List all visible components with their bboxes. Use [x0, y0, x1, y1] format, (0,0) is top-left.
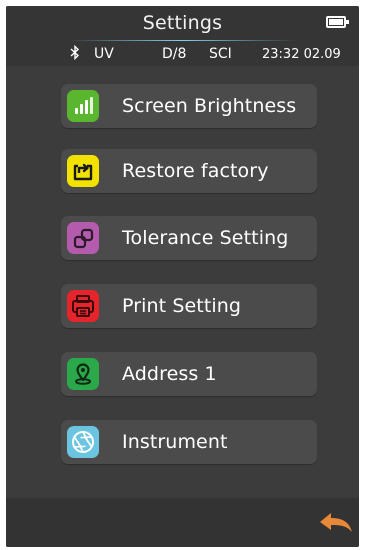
page-title: Settings — [142, 12, 223, 34]
aperture-icon — [67, 426, 99, 458]
device-screen: Settings UV D/8 SCI 23:32 02.09 Screen B… — [6, 6, 359, 547]
footer-bar — [6, 498, 359, 547]
menu-item-address-1[interactable]: Address 1 — [61, 352, 317, 396]
menu-item-label: Tolerance Setting — [122, 227, 289, 249]
title-divider — [67, 40, 297, 41]
datetime: 23:32 02.09 — [262, 47, 341, 62]
bluetooth-icon — [70, 44, 80, 64]
location-pin-icon — [67, 358, 99, 390]
menu-item-instrument[interactable]: Instrument — [61, 420, 317, 464]
geometry-label: D/8 — [162, 46, 187, 62]
menu-item-label: Restore factory — [122, 160, 269, 182]
header-bar: Settings UV D/8 SCI 23:32 02.09 — [6, 6, 359, 66]
time: 23:32 — [262, 47, 300, 62]
menu-item-label: Print Setting — [122, 295, 242, 317]
light-source-label: UV — [94, 46, 114, 62]
specular-mode-label: SCI — [209, 46, 232, 62]
menu-item-print-setting[interactable]: Print Setting — [61, 284, 317, 328]
tolerance-icon — [67, 222, 99, 254]
back-arrow-icon[interactable] — [319, 510, 353, 536]
menu-item-label: Screen Brightness — [122, 95, 297, 117]
menu-item-restore-factory[interactable]: Restore factory — [61, 149, 317, 193]
restore-icon — [67, 155, 99, 187]
menu-item-label: Address 1 — [122, 363, 217, 385]
battery-full-icon — [326, 16, 349, 28]
printer-icon — [67, 290, 99, 322]
brightness-bars-icon — [67, 90, 99, 122]
date: 02.09 — [303, 47, 341, 62]
menu-item-screen-brightness[interactable]: Screen Brightness — [61, 84, 317, 128]
menu-item-tolerance-setting[interactable]: Tolerance Setting — [61, 216, 317, 260]
menu-item-label: Instrument — [122, 431, 228, 453]
